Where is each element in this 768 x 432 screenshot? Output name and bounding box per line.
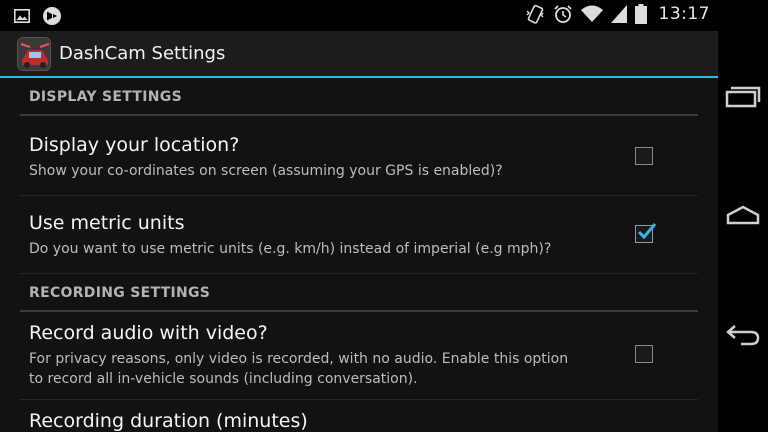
image-notification-icon (14, 9, 30, 23)
category-recording-settings: RECORDING SETTINGS (20, 274, 698, 312)
vibrate-icon (526, 4, 543, 24)
pref-record-audio[interactable]: Record audio with video? For privacy rea… (20, 312, 698, 400)
checkmark-icon (637, 223, 657, 240)
pref-summary: Do you want to use metric units (e.g. km… (29, 241, 552, 257)
back-icon[interactable] (725, 322, 761, 348)
status-bar: 13:17 (0, 0, 718, 31)
audio-checkbox[interactable] (635, 345, 653, 363)
navigation-bar (718, 0, 768, 432)
pref-summary: For privacy reasons, only video is recor… (29, 351, 569, 387)
clock-time: 13:17 (658, 4, 710, 24)
pref-display-location[interactable]: Display your location? Show your co-ordi… (20, 118, 698, 196)
recents-icon[interactable] (725, 84, 761, 110)
settings-screen: 13:17 DashCam Settings DISPLAY SETTINGS … (0, 0, 718, 432)
alarm-icon (553, 5, 572, 23)
signal-icon (610, 5, 627, 23)
location-checkbox[interactable] (635, 147, 653, 165)
pref-title: Display your location? (29, 134, 240, 156)
media-notification-icon (43, 7, 61, 25)
battery-icon (634, 4, 647, 24)
pref-title: Record audio with video? (29, 322, 268, 344)
pref-title: Recording duration (minutes) (29, 410, 308, 432)
app-title: DashCam Settings (59, 43, 226, 64)
category-label: DISPLAY SETTINGS (29, 89, 182, 105)
wifi-icon (580, 5, 603, 22)
pref-recording-duration[interactable]: Recording duration (minutes) (20, 400, 698, 432)
pref-title: Use metric units (29, 212, 185, 234)
pref-summary: Show your co-ordinates on screen (assumi… (29, 163, 503, 179)
category-display-settings: DISPLAY SETTINGS (20, 78, 698, 116)
home-icon[interactable] (725, 202, 761, 228)
action-bar: DashCam Settings (0, 31, 718, 78)
preferences-list: DISPLAY SETTINGS Display your location? … (0, 78, 718, 432)
pref-metric-units[interactable]: Use metric units Do you want to use metr… (20, 196, 698, 274)
metric-checkbox[interactable] (635, 223, 657, 243)
category-label: RECORDING SETTINGS (29, 285, 211, 301)
app-logo-icon[interactable] (17, 37, 51, 71)
